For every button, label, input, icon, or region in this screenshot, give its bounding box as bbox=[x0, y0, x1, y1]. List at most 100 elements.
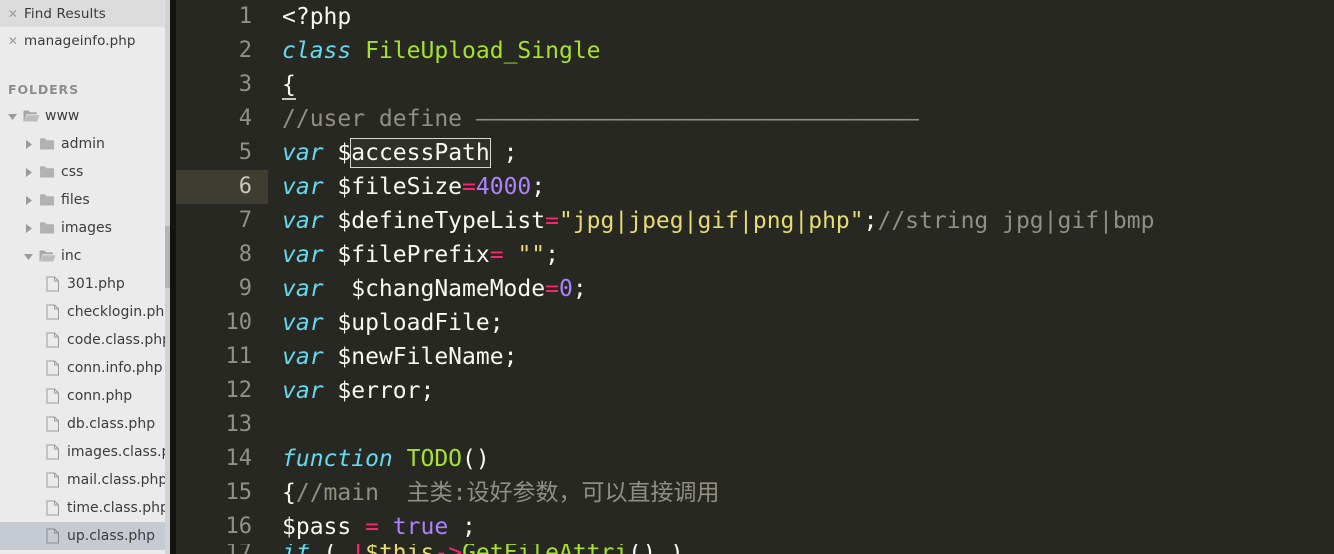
token-keyword-var: var bbox=[282, 378, 324, 404]
token-semicolon: ; bbox=[545, 242, 560, 268]
file-icon bbox=[42, 444, 64, 460]
sidebar-scrollbar-track[interactable] bbox=[165, 0, 170, 554]
open-tab-find-results[interactable]: ✕ Find Results bbox=[0, 0, 170, 27]
line-content[interactable]: var $changNameMode=0; bbox=[268, 272, 1334, 306]
tree-label: images bbox=[61, 220, 112, 236]
token-parens: () bbox=[462, 446, 490, 472]
file-icon bbox=[42, 276, 64, 292]
line-content[interactable]: var $fileSize=4000; bbox=[268, 170, 1334, 204]
line-number: 5 bbox=[238, 140, 252, 165]
tree-file-conn-php[interactable]: conn.php bbox=[0, 382, 170, 410]
line-content[interactable]: class FileUpload_Single bbox=[268, 34, 1334, 68]
tree-file-db-class-php[interactable]: db.class.php bbox=[0, 410, 170, 438]
chevron-right-icon[interactable] bbox=[20, 195, 36, 205]
folder-open-icon bbox=[36, 249, 58, 263]
token-keyword-var: var bbox=[282, 208, 324, 234]
file-icon bbox=[42, 416, 64, 432]
token-function-name: TODO bbox=[406, 446, 463, 472]
folder-closed-icon bbox=[36, 165, 58, 179]
tree-file-images-class-php[interactable]: images.class.php bbox=[0, 438, 170, 466]
line-number: 14 bbox=[225, 446, 253, 471]
line-number-current: 6 bbox=[176, 170, 268, 204]
line-content[interactable]: //user define ——————————————————————————… bbox=[268, 102, 1334, 136]
token-arrow: -> bbox=[434, 544, 462, 554]
code-line-empty: 13 bbox=[176, 408, 1334, 442]
token-constant-true: true bbox=[378, 514, 463, 540]
tree-file-checklogin-php[interactable]: checklogin.php bbox=[0, 298, 170, 326]
open-tab-manageinfo-php[interactable]: ✕ manageinfo.php bbox=[0, 27, 170, 54]
token-keyword-var: var bbox=[282, 310, 324, 336]
open-tab-label: Find Results bbox=[24, 5, 106, 22]
chevron-down-icon[interactable] bbox=[20, 252, 36, 261]
tree-file-time-class-php[interactable]: time.class.php bbox=[0, 494, 170, 522]
token-variable: $defineTypeList bbox=[337, 208, 546, 234]
line-content[interactable] bbox=[268, 408, 1334, 442]
chevron-right-icon[interactable] bbox=[20, 139, 36, 149]
folder-closed-icon bbox=[36, 193, 58, 207]
token-comment: //string jpg|gif|bmp bbox=[877, 208, 1155, 234]
code-line: 8 var $filePrefix= ""; bbox=[176, 238, 1334, 272]
tree-label: time.class.php bbox=[67, 500, 169, 516]
line-number: 9 bbox=[238, 276, 252, 301]
line-content[interactable]: var $newFileName; bbox=[268, 340, 1334, 374]
line-content[interactable]: if ( !$this->GetFileAttri() ) bbox=[268, 544, 1334, 554]
token-variable: $pass bbox=[282, 514, 366, 540]
line-content[interactable]: <?php bbox=[268, 0, 1334, 34]
chevron-right-icon[interactable] bbox=[20, 223, 36, 233]
chevron-down-icon[interactable] bbox=[4, 112, 20, 121]
tree-folder-images[interactable]: images bbox=[0, 214, 170, 242]
token-php-open: <?php bbox=[282, 4, 352, 30]
code-line: 4 //user define ————————————————————————… bbox=[176, 102, 1334, 136]
tree-folder-css[interactable]: css bbox=[0, 158, 170, 186]
token-variable: $uploadFile; bbox=[337, 310, 504, 336]
line-content[interactable]: { bbox=[268, 68, 1334, 102]
token-open-brace: { bbox=[282, 72, 296, 100]
tree-folder-files[interactable]: files bbox=[0, 186, 170, 214]
folder-closed-icon bbox=[36, 137, 58, 151]
code-line: 12 var $error; bbox=[176, 374, 1334, 408]
line-content[interactable]: var $uploadFile; bbox=[268, 306, 1334, 340]
line-content[interactable]: var $defineTypeList="jpg|jpeg|gif|png|ph… bbox=[268, 204, 1334, 238]
selection-highlight-accesspath[interactable]: accessPath bbox=[350, 138, 491, 168]
tree-file-code-class-php[interactable]: code.class.php bbox=[0, 326, 170, 354]
line-content[interactable]: var $accessPath ; bbox=[268, 136, 1334, 170]
chevron-right-icon[interactable] bbox=[20, 167, 36, 177]
line-number: 11 bbox=[225, 344, 253, 369]
open-tab-label: manageinfo.php bbox=[24, 32, 136, 49]
tree-file-301-php[interactable]: 301.php bbox=[0, 270, 170, 298]
sidebar: ✕ Find Results ✕ manageinfo.php FOLDERS … bbox=[0, 0, 170, 554]
code-line: 14 function TODO() bbox=[176, 442, 1334, 476]
close-icon[interactable]: ✕ bbox=[6, 35, 20, 47]
line-content[interactable]: {//main 主类:设好参数，可以直接调用 bbox=[268, 476, 1334, 510]
code-line-partial: 17 if ( !$this->GetFileAttri() ) bbox=[176, 544, 1334, 554]
tree-label: db.class.php bbox=[67, 416, 156, 432]
line-content[interactable]: var $error; bbox=[268, 374, 1334, 408]
tree-file-mail-class-php[interactable]: mail.class.php bbox=[0, 466, 170, 494]
code-line: 7 var $defineTypeList="jpg|jpeg|gif|png|… bbox=[176, 204, 1334, 238]
tree-folder-www[interactable]: www bbox=[0, 102, 170, 130]
sidebar-scrollbar-thumb[interactable] bbox=[165, 226, 170, 288]
token-semicolon: ; bbox=[863, 208, 878, 234]
tree-file-up-class-php[interactable]: up.class.php bbox=[0, 522, 170, 550]
token-semicolon: ; bbox=[531, 174, 546, 200]
code-line: 1 <?php bbox=[176, 0, 1334, 34]
code-editor[interactable]: 1 <?php 2 class FileUpload_Single 3 { 4 … bbox=[176, 0, 1334, 554]
close-icon[interactable]: ✕ bbox=[6, 8, 20, 20]
code-line: 2 class FileUpload_Single bbox=[176, 34, 1334, 68]
line-number: 2 bbox=[238, 38, 252, 63]
line-content[interactable]: $pass = true ; bbox=[268, 510, 1334, 544]
tree-folder-admin[interactable]: admin bbox=[0, 130, 170, 158]
code-line: 16 $pass = true ; bbox=[176, 510, 1334, 544]
token-string: "" bbox=[517, 242, 546, 268]
tree-file-conn-info-php[interactable]: conn.info.php bbox=[0, 354, 170, 382]
line-content[interactable]: var $filePrefix= ""; bbox=[268, 238, 1334, 272]
token-comment-dashes: ———————————————————————————————— bbox=[475, 106, 919, 132]
code-line: 9 var $changNameMode=0; bbox=[176, 272, 1334, 306]
token-open-brace: { bbox=[282, 480, 296, 506]
line-content[interactable]: function TODO() bbox=[268, 442, 1334, 476]
token-keyword-class: class bbox=[282, 38, 352, 64]
tree-folder-inc[interactable]: inc bbox=[0, 242, 170, 270]
code-line: 15 {//main 主类:设好参数，可以直接调用 bbox=[176, 476, 1334, 510]
